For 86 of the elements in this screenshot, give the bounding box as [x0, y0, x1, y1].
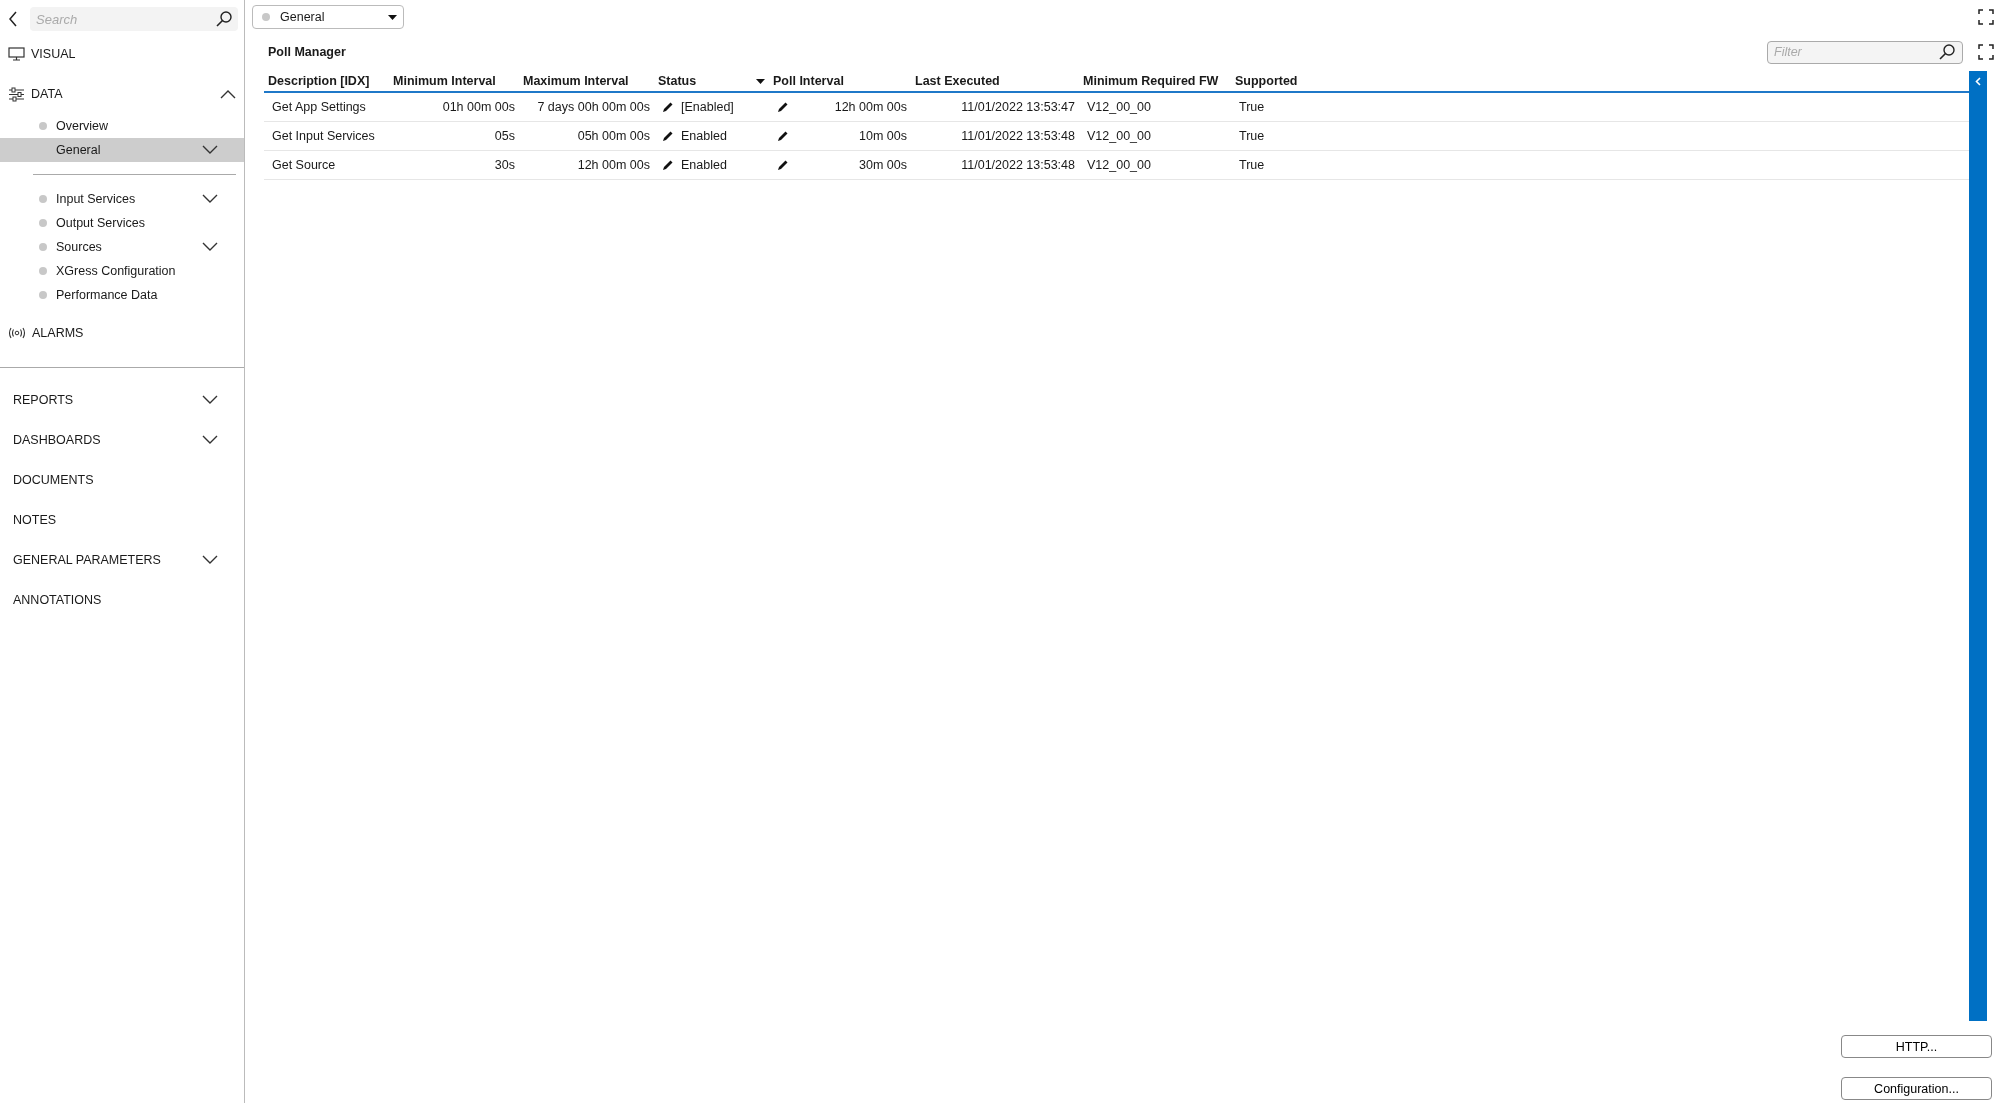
tree-item[interactable]: Sources [0, 235, 244, 259]
nav-item[interactable]: GENERAL PARAMETERS [13, 553, 161, 567]
table-cell: Enabled [681, 158, 727, 172]
panel-title: Poll Manager [268, 45, 346, 59]
search-field[interactable]: Search [30, 7, 238, 31]
table-cell: V12_00_00 [1087, 100, 1151, 114]
chevron-left-icon [1975, 77, 1981, 86]
bullet-icon [262, 13, 270, 21]
table-cell: 05h 00m 00s [577, 129, 650, 143]
pencil-icon[interactable] [662, 101, 674, 113]
panel-toggle[interactable] [1969, 71, 1987, 1021]
table-cell: 01h 00m 00s [442, 100, 515, 114]
nav-item[interactable]: REPORTS [13, 393, 74, 407]
signal-icon [8, 327, 26, 339]
column-header[interactable]: Minimum Interval [393, 74, 496, 88]
pencil-icon[interactable] [777, 159, 789, 171]
chevron-down-icon[interactable] [202, 395, 218, 405]
bullet-icon [39, 267, 47, 275]
search-icon[interactable] [1939, 43, 1955, 60]
bullet-icon [39, 291, 47, 299]
bullet-icon [39, 219, 47, 227]
column-header[interactable]: Supported [1235, 74, 1298, 88]
caret-down-icon [388, 14, 397, 20]
table-cell: 11/01/2022 13:53:47 [961, 100, 1075, 114]
table-cell: 30m 00s [859, 158, 907, 172]
nav-item[interactable]: DASHBOARDS [13, 433, 101, 447]
tree-item[interactable]: General [0, 138, 244, 162]
pencil-icon[interactable] [662, 159, 674, 171]
column-header[interactable]: Poll Interval [773, 74, 844, 88]
table-cell: 30s [494, 158, 515, 172]
fullscreen-icon[interactable] [1978, 44, 1994, 60]
column-header[interactable]: Description [IDX] [268, 74, 370, 88]
bullet-icon [39, 195, 47, 203]
chevron-down-icon[interactable] [202, 145, 218, 155]
nav-item[interactable]: ANNOTATIONS [13, 593, 102, 607]
chevron-down-icon[interactable] [202, 242, 218, 252]
nav-item[interactable]: VISUAL [31, 47, 76, 61]
table-cell: Get App Settings [272, 100, 366, 114]
filter-field[interactable]: Filter [1767, 40, 1963, 64]
table-cell: V12_00_00 [1087, 158, 1151, 172]
tree-item[interactable]: Input Services [0, 187, 244, 211]
column-header[interactable]: Status [658, 74, 697, 88]
sort-down-icon[interactable] [756, 78, 765, 84]
table-cell: 12h 00m 00s [834, 100, 907, 114]
tree-item[interactable]: XGress Configuration [0, 259, 244, 283]
tree-item[interactable]: Output Services [0, 211, 244, 235]
tree-item[interactable]: Performance Data [0, 283, 244, 307]
table-cell: Get Source [272, 158, 336, 172]
table-cell: True [1239, 129, 1265, 143]
table-cell: 11/01/2022 13:53:48 [961, 158, 1075, 172]
table-cell: True [1239, 158, 1265, 172]
table-cell: [Enabled] [681, 100, 734, 114]
table-cell: 7 days 00h 00m 00s [537, 100, 650, 114]
search-icon[interactable] [216, 11, 232, 27]
chevron-down-icon[interactable] [202, 194, 218, 204]
nav-item[interactable]: DATA [31, 87, 63, 101]
monitor-icon [8, 47, 25, 61]
column-header[interactable]: Maximum Interval [523, 74, 629, 88]
chevron-down-icon[interactable] [202, 435, 218, 445]
sliders-icon [8, 86, 25, 102]
pencil-icon[interactable] [777, 130, 789, 142]
table-cell: 12h 00m 00s [577, 158, 650, 172]
table-cell: 10m 00s [859, 129, 907, 143]
nav-item[interactable]: NOTES [13, 513, 57, 527]
bullet-icon [39, 122, 47, 130]
nav-item[interactable]: ALARMS [32, 326, 84, 340]
column-header[interactable]: Last Executed [915, 74, 1000, 88]
back-icon[interactable] [8, 11, 18, 27]
table-cell: 05s [494, 129, 515, 143]
fullscreen-icon[interactable] [1978, 9, 1994, 25]
bullet-icon [39, 243, 47, 251]
pencil-icon[interactable] [777, 101, 789, 113]
column-header[interactable]: Minimum Required FW [1083, 74, 1219, 88]
chevron-up-icon[interactable] [220, 89, 236, 99]
table-cell: Enabled [681, 129, 727, 143]
table-cell: 11/01/2022 13:53:48 [961, 129, 1075, 143]
pencil-icon[interactable] [662, 130, 674, 142]
dialog-button[interactable]: Configuration... [1841, 1077, 1992, 1100]
dialog-button[interactable]: HTTP... [1841, 1035, 1992, 1058]
table-cell: Get Input Services [272, 129, 375, 143]
tree-item[interactable]: Overview [0, 114, 244, 138]
table-cell: V12_00_00 [1087, 129, 1151, 143]
chevron-down-icon[interactable] [202, 555, 218, 565]
table-cell: True [1239, 100, 1265, 114]
nav-item[interactable]: DOCUMENTS [13, 473, 94, 487]
view-dropdown[interactable]: General [252, 5, 404, 29]
